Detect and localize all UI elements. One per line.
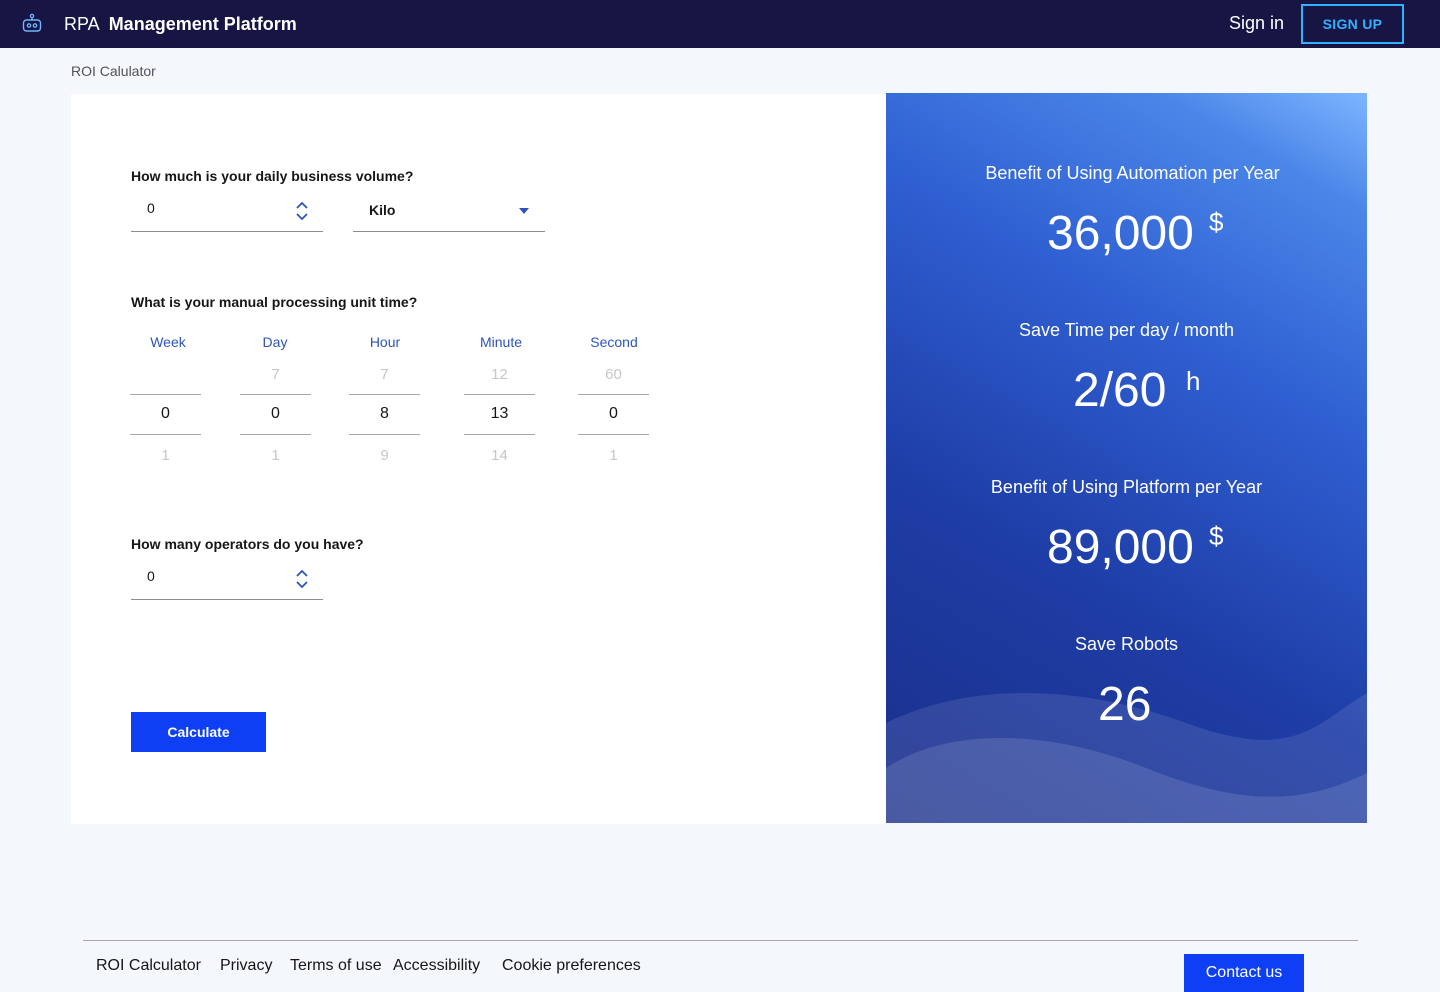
operators-input[interactable]: 0	[131, 560, 323, 600]
operators-question: How many operators do you have?	[131, 536, 364, 552]
column-label-second: Second	[590, 334, 638, 350]
breadcrumb[interactable]: ROI Calulator	[71, 63, 156, 79]
platform-benefit-unit: $	[1209, 521, 1224, 551]
business-volume-question: How much is your daily business volume?	[131, 168, 414, 184]
robot-icon[interactable]	[20, 12, 44, 36]
platform-benefit-label: Benefit of Using Platform per Year	[990, 477, 1263, 497]
operators-value: 0	[147, 568, 155, 584]
platform-benefit-value: 89,000	[1047, 521, 1194, 574]
automation-benefit-value: 36,000	[1047, 207, 1194, 260]
footer-link-accessibility[interactable]: Accessibility	[393, 957, 480, 975]
sign-up-button[interactable]: SIGN UP	[1301, 4, 1404, 44]
hour-next-option[interactable]: 9	[349, 447, 420, 464]
automation-benefit-label: Benefit of Using Automation per Year	[985, 163, 1280, 183]
column-label-day: Day	[262, 334, 288, 350]
day-next-option[interactable]: 1	[240, 447, 311, 464]
sign-in-link[interactable]: Sign in	[1229, 0, 1284, 46]
brand-prefix: RPA	[64, 13, 100, 34]
calculate-button[interactable]: Calculate	[131, 712, 266, 752]
second-picker[interactable]: 0	[578, 394, 649, 435]
hour-picker[interactable]: 8	[349, 394, 420, 435]
minute-next-option[interactable]: 14	[464, 447, 535, 464]
minute-prev-option[interactable]: 12	[464, 366, 535, 383]
stepper-icon[interactable]	[296, 569, 308, 589]
column-label-hour: Hour	[369, 334, 401, 350]
roi-form-panel: How much is your daily business volume? …	[71, 94, 886, 824]
save-time-value: 2/60	[1073, 364, 1167, 417]
save-time-label: Save Time per day / month	[1018, 320, 1235, 340]
business-volume-input[interactable]: 0	[131, 192, 323, 232]
minute-picker[interactable]: 13	[464, 394, 535, 435]
hour-prev-option[interactable]: 7	[349, 366, 420, 383]
footer-link-roi-calculator[interactable]: ROI Calculator	[96, 957, 201, 975]
save-robots-label: Save Robots	[1074, 634, 1179, 654]
contact-us-button[interactable]: Contact us	[1184, 954, 1304, 992]
save-time-unit: h	[1186, 366, 1201, 396]
footer-divider	[83, 940, 1358, 941]
volume-unit-value: Kilo	[369, 202, 396, 218]
second-next-option[interactable]: 1	[578, 447, 649, 464]
volume-unit-select[interactable]: Kilo	[353, 192, 545, 232]
footer-link-privacy[interactable]: Privacy	[220, 957, 272, 975]
column-label-week: Week	[150, 334, 186, 350]
column-label-minute: Minute	[479, 334, 523, 350]
top-navigation-bar: RPA Management Platform Sign in SIGN UP	[0, 0, 1440, 48]
brand-name: Management Platform	[108, 13, 297, 34]
stepper-icon[interactable]	[296, 201, 308, 221]
footer-link-cookie-preferences[interactable]: Cookie preferences	[502, 957, 641, 975]
save-robots-value: 26	[1098, 678, 1152, 731]
business-volume-value: 0	[147, 200, 155, 216]
week-picker[interactable]: 0	[130, 394, 201, 435]
day-picker[interactable]: 0	[240, 394, 311, 435]
automation-benefit-unit: $	[1209, 207, 1224, 237]
unit-time-question: What is your manual processing unit time…	[131, 294, 418, 310]
day-prev-option[interactable]: 7	[240, 366, 311, 383]
second-prev-option[interactable]: 60	[578, 366, 649, 383]
footer-link-terms[interactable]: Terms of use	[290, 957, 382, 975]
week-next-option[interactable]: 1	[130, 447, 201, 464]
chevron-down-icon	[519, 208, 529, 214]
roi-results-panel: Benefit of Using Automation per Year 36,…	[886, 93, 1367, 823]
brand-title[interactable]: RPA Management Platform	[64, 0, 297, 48]
